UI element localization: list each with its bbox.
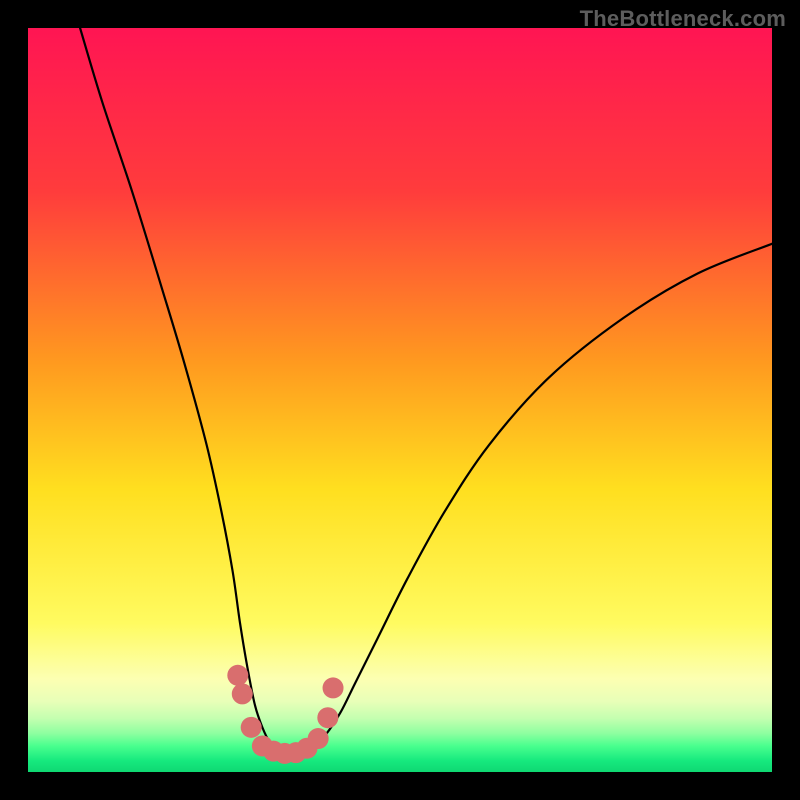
chart-frame: TheBottleneck.com: [0, 0, 800, 800]
highlight-dot: [308, 728, 329, 749]
highlight-dot: [227, 665, 248, 686]
plot-area: [28, 28, 772, 772]
watermark-text: TheBottleneck.com: [580, 6, 786, 32]
chart-svg: [28, 28, 772, 772]
highlight-dot: [232, 683, 253, 704]
highlight-dot: [317, 707, 338, 728]
gradient-background: [28, 28, 772, 772]
highlight-dot: [323, 677, 344, 698]
highlight-dot: [241, 717, 262, 738]
